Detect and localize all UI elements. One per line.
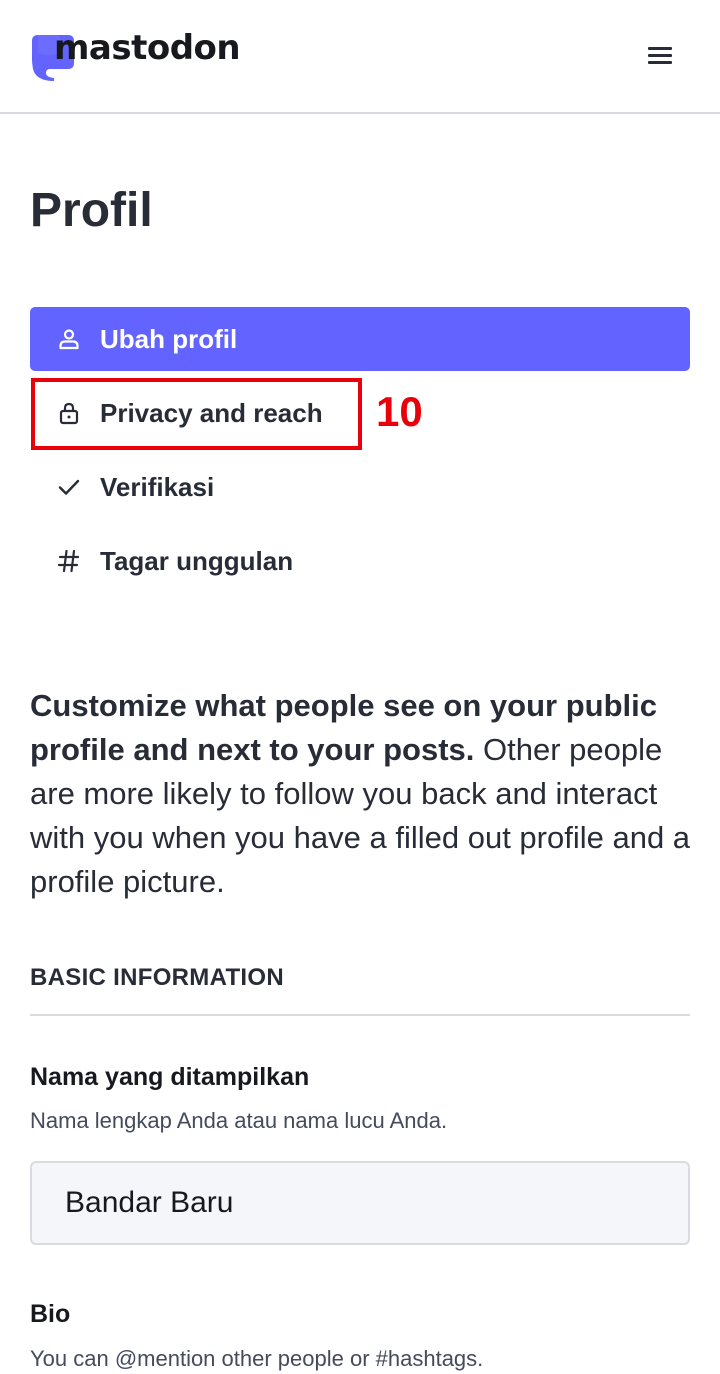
nav-item-verifikasi[interactable]: Verifikasi [30, 455, 690, 519]
bio-hint: You can @mention other people or #hashta… [30, 1346, 484, 1371]
nav-item-tagar-unggulan[interactable]: Tagar unggulan [30, 529, 690, 593]
intro-text: Customize what people see on your public… [30, 684, 695, 904]
hamburger-menu-icon[interactable] [645, 44, 675, 68]
nav-item-ubah-profil[interactable]: Ubah profil [30, 307, 690, 371]
nav-item-label: Ubah profil [100, 323, 238, 354]
section-title-basic-information: BASIC INFORMATION [30, 964, 284, 991]
nav-item-label: Tagar unggulan [100, 545, 294, 576]
annotation-number: 10 [376, 388, 423, 435]
top-bar: mastodon [0, 0, 720, 114]
display-name-input[interactable] [30, 1161, 690, 1245]
logo-wordmark: mastodon [54, 28, 241, 68]
page-title: Profil [30, 184, 153, 237]
nav-item-label: Verifikasi [100, 471, 215, 502]
bio-label: Bio [30, 1300, 71, 1328]
display-name-label: Nama yang ditampilkan [30, 1063, 310, 1091]
hashtag-icon [57, 549, 81, 573]
highlight-box [31, 378, 362, 450]
display-name-hint: Nama lengkap Anda atau nama lucu Anda. [30, 1108, 448, 1133]
check-icon [57, 475, 81, 499]
person-icon [57, 327, 81, 351]
section-divider [30, 1014, 690, 1016]
